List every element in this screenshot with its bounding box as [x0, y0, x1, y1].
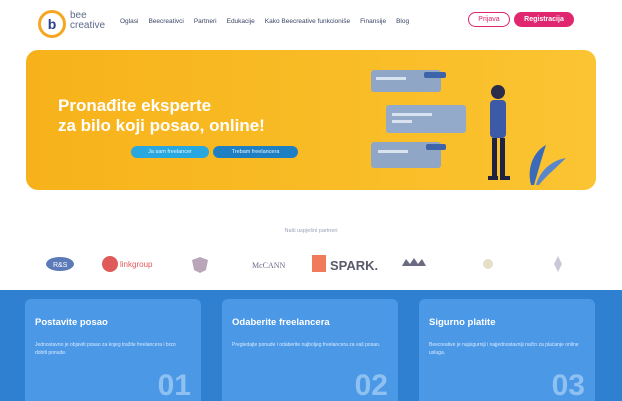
- partner-logo-spark: SPARK.: [312, 255, 378, 273]
- partner-logo-flower: [483, 259, 493, 269]
- nav-item-partneri[interactable]: Partneri: [194, 18, 217, 25]
- hero-title-line2: za bilo koji posao, online!: [58, 116, 265, 135]
- register-button[interactable]: Registracija: [514, 12, 574, 27]
- nav-item-blog[interactable]: Blog: [396, 18, 409, 25]
- feature-desc: Jednostavno je objaviti posao za kojeg t…: [35, 342, 176, 356]
- nav-item-finansije[interactable]: Finansije: [360, 18, 386, 25]
- hero-title: Pronađite eksperte za bilo koji posao, o…: [58, 96, 318, 136]
- feature-desc: Beecreative je najsigurniji i najjednost…: [429, 342, 579, 356]
- feature-title: Postavite posao: [35, 317, 108, 328]
- feature-number: 01: [157, 369, 191, 401]
- partner-logos: R&S linkgroup McCANN SPARK.: [46, 255, 562, 273]
- feature-card-secure-payment[interactable]: Sigurno platite Beecreative je najsigurn…: [419, 299, 595, 401]
- partners-label: Naši uspješni partneri: [284, 228, 338, 234]
- login-button[interactable]: Prijava: [468, 12, 510, 27]
- nav-item-oglasi[interactable]: Oglasi: [120, 18, 138, 25]
- freelancer-cta-button[interactable]: Ja sam freelancer: [131, 146, 209, 158]
- logo-wordmark[interactable]: bee creative: [70, 11, 105, 31]
- logo-icon[interactable]: b: [38, 10, 66, 38]
- main-nav: Oglasi Beecreativci Partneri Edukacije K…: [120, 18, 409, 25]
- feature-number: 02: [354, 369, 388, 401]
- feature-card-choose-freelancer[interactable]: Odaberite freelancera Pregledajte ponude…: [222, 299, 398, 401]
- svg-text:SPARK.: SPARK.: [330, 258, 378, 273]
- partner-logo-shield: [192, 257, 208, 273]
- partner-logo-rs: R&S: [46, 257, 74, 271]
- partner-logo-linkgroup: linkgroup: [102, 256, 153, 272]
- logo-line2: creative: [70, 20, 106, 31]
- hero-title-line1: Pronađite eksperte: [58, 96, 212, 115]
- partner-logo-figure: [554, 256, 562, 272]
- feature-number: 03: [551, 369, 585, 401]
- feature-desc: Pregledajte ponude i odaberite najboljeg…: [232, 342, 381, 348]
- svg-text:linkgroup: linkgroup: [120, 260, 153, 269]
- partner-logo-crown: [402, 258, 426, 266]
- feature-title: Odaberite freelancera: [232, 317, 330, 328]
- feature-title: Sigurno platite: [429, 317, 496, 328]
- nav-item-kako-funkcionise[interactable]: Kako Beecreative funkcioniše: [265, 18, 350, 25]
- svg-text:R&S: R&S: [53, 262, 68, 269]
- nav-item-beecreativci[interactable]: Beecreativci: [148, 18, 183, 25]
- svg-text:McCANN: McCANN: [252, 261, 286, 270]
- hire-freelancer-button[interactable]: Trebam freelancera: [213, 146, 298, 158]
- partner-logo-mccann: McCANN: [252, 261, 286, 270]
- nav-item-edukacije[interactable]: Edukacije: [227, 18, 255, 25]
- feature-card-post-job[interactable]: Postavite posao Jednostavno je objaviti …: [25, 299, 201, 401]
